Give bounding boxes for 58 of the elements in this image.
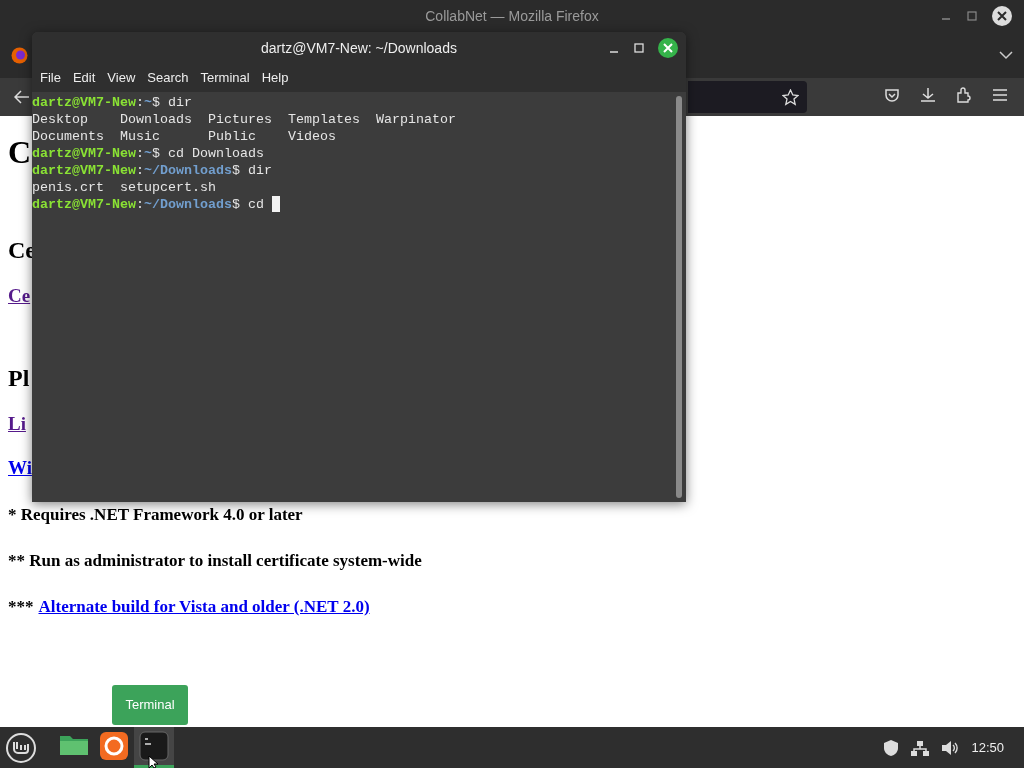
- note-text: * Requires .NET Framework 4.0 or later: [8, 505, 303, 524]
- browser-logo-icon: [99, 731, 129, 761]
- menu-item[interactable]: File: [34, 68, 67, 88]
- url-bar[interactable]: [688, 81, 807, 113]
- menu-icon[interactable]: [992, 88, 1008, 102]
- clock[interactable]: 12:50: [971, 737, 1004, 758]
- prompt-separator: :: [136, 196, 144, 213]
- menu-item[interactable]: Search: [141, 68, 195, 88]
- taskbar-button[interactable]: [134, 727, 174, 768]
- note-text: ** Run as administrator to install certificate system-wide: [8, 551, 422, 570]
- pocket-icon[interactable]: [884, 87, 900, 103]
- prompt-command: $ dir: [152, 94, 192, 111]
- prompt-user: dartz@VM7-New: [32, 94, 136, 111]
- terminal-icon: [139, 731, 169, 761]
- prompt-path: ~/Downloads: [144, 196, 232, 213]
- download-link[interactable]: Wi: [8, 457, 32, 478]
- prompt-separator: :: [136, 94, 144, 111]
- prompt-user: dartz@VM7-New: [32, 162, 136, 179]
- download-link[interactable]: Alternate build for Vista and older (.NET 2.0): [38, 597, 370, 616]
- shield-icon[interactable]: [883, 738, 900, 757]
- menu-item[interactable]: Terminal: [194, 68, 256, 88]
- prompt-path: ~: [144, 94, 152, 111]
- download-icon[interactable]: [920, 87, 936, 103]
- close-icon[interactable]: [992, 6, 1012, 26]
- prompt-user: dartz@VM7-New: [32, 145, 136, 162]
- output-line: Documents Music Public Videos: [32, 128, 336, 145]
- output-line: Desktop Downloads Pictures Templates Warpinator: [32, 111, 456, 128]
- download-link[interactable]: Li: [8, 413, 26, 434]
- scrollbar[interactable]: [676, 96, 682, 498]
- menu-item[interactable]: Edit: [66, 68, 102, 88]
- close-icon[interactable]: [658, 38, 678, 58]
- back-arrow-icon[interactable]: [14, 90, 30, 104]
- network-icon[interactable]: [911, 739, 930, 756]
- note-text: ***: [8, 597, 34, 616]
- prompt-command: $ dir: [231, 162, 272, 179]
- prompt-command: $ cd: [231, 196, 265, 213]
- prompt-user: dartz@VM7-New: [32, 196, 136, 213]
- extensions-icon[interactable]: [956, 87, 972, 103]
- browser-logo-icon[interactable]: [11, 46, 28, 64]
- prompt-separator: :: [136, 162, 144, 179]
- menu-item[interactable]: Help: [255, 68, 295, 88]
- bookmark-star-icon[interactable]: [782, 88, 799, 106]
- page-heading: C: [8, 134, 32, 170]
- download-link[interactable]: Ce: [8, 285, 31, 306]
- tooltip: Terminal: [112, 685, 188, 725]
- menu-item[interactable]: View: [101, 68, 142, 88]
- chevron-down-icon[interactable]: [999, 50, 1013, 60]
- start-menu-icon[interactable]: [5, 731, 37, 764]
- prompt-command: $ cd Downloads: [152, 145, 264, 162]
- window-title: CollabNet — Mozilla Firefox: [425, 6, 599, 26]
- maximize-icon[interactable]: [966, 10, 978, 22]
- prompt-path: ~: [144, 145, 152, 162]
- volume-icon[interactable]: [941, 739, 960, 756]
- window-title: dartz@VM7-New: ~/Downloads: [261, 38, 457, 58]
- section-heading: Pl: [8, 365, 30, 391]
- prompt-separator: :: [136, 145, 144, 162]
- prompt-path: ~/Downloads: [144, 162, 232, 179]
- output-line: penis.crt setupcert.sh: [32, 179, 216, 196]
